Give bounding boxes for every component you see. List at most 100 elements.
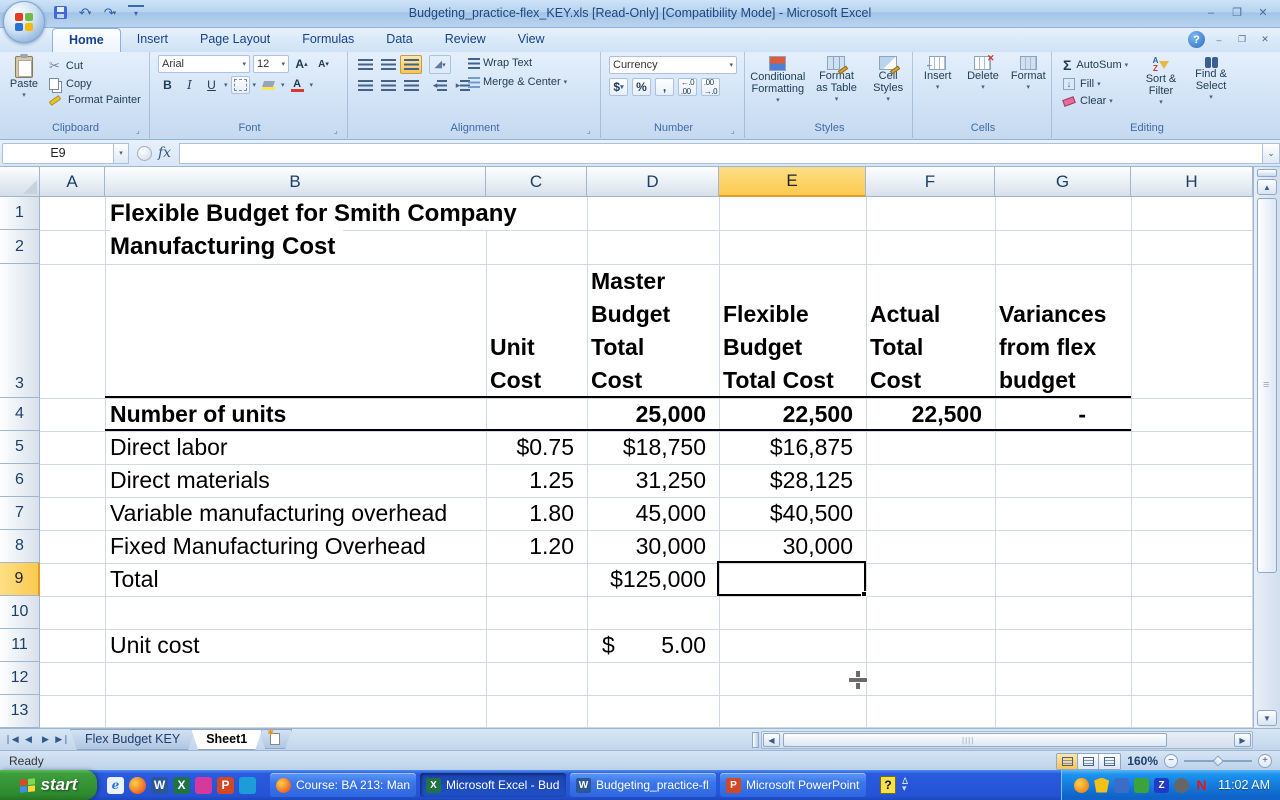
column-header-e[interactable]: E	[719, 167, 866, 197]
column-header-f[interactable]: F	[866, 167, 995, 197]
row-header-13[interactable]: 13	[0, 695, 40, 728]
row-header-2[interactable]: 2	[0, 230, 40, 264]
tab-review[interactable]: Review	[429, 28, 502, 52]
delete-cells-button[interactable]: ✕ Delete ▾	[962, 52, 1004, 94]
tab-view[interactable]: View	[502, 28, 561, 52]
conditional-formatting-button[interactable]: Conditional Formatting ▾	[750, 52, 806, 107]
horizontal-scrollbar[interactable]: ◀ ▶	[761, 731, 1253, 749]
zoom-out-button[interactable]: −	[1164, 754, 1178, 768]
format-as-table-button[interactable]: Format as Table ▾	[811, 52, 861, 107]
normal-view-button[interactable]	[1057, 753, 1079, 769]
row-header-9[interactable]: 9	[0, 563, 40, 596]
tray-messenger-icon[interactable]	[1074, 777, 1090, 793]
align-top-button[interactable]	[354, 55, 376, 74]
zoom-level[interactable]: 160%	[1127, 754, 1158, 768]
task-button-word[interactable]: W Budgeting_practice-fl...	[570, 773, 716, 797]
comma-style-button[interactable]: ,	[655, 78, 674, 96]
messenger-icon[interactable]	[195, 776, 212, 794]
number-format-select[interactable]: Currency ▾	[609, 56, 737, 74]
cells-area[interactable]: Flexible Budget for Smith Company Manufa…	[40, 197, 1253, 728]
task-button-firefox[interactable]: Course: BA 213: Man...	[270, 773, 416, 797]
row-header-3[interactable]: 3	[0, 264, 40, 398]
shrink-font-button[interactable]: A ▾	[314, 55, 333, 73]
tab-page-layout[interactable]: Page Layout	[184, 28, 286, 52]
vertical-scrollbar[interactable]: ▲ ▼	[1253, 167, 1280, 728]
name-box[interactable]: E9	[2, 142, 114, 164]
page-layout-view-button[interactable]	[1078, 753, 1100, 769]
fill-handle[interactable]	[861, 591, 867, 597]
minimize-button[interactable]: –	[1200, 5, 1222, 20]
cell-b11[interactable]: Unit cost	[110, 629, 199, 662]
word-icon[interactable]: W	[151, 776, 168, 794]
taskbar-chevron-icon[interactable]: ᐃ ▾	[902, 777, 908, 793]
cell-d9[interactable]: $125,000	[587, 563, 719, 596]
cell-e5[interactable]: $16,875	[719, 431, 866, 464]
vertical-split-handle[interactable]	[1257, 169, 1277, 177]
internet-explorer-icon[interactable]: e	[107, 776, 124, 794]
workbook-close-button[interactable]: ✕	[1256, 33, 1274, 46]
workbook-restore-button[interactable]: ❐	[1233, 33, 1251, 46]
row-header-6[interactable]: 6	[0, 464, 40, 497]
merge-center-button[interactable]: Merge & Center ▾	[465, 75, 570, 89]
cell-c8[interactable]: 1.20	[486, 530, 587, 563]
cell-b9[interactable]: Total	[110, 563, 159, 596]
tab-home[interactable]: Home	[52, 28, 121, 52]
row-header-5[interactable]: 5	[0, 431, 40, 464]
column-header-b[interactable]: B	[105, 167, 486, 197]
row-header-1[interactable]: 1	[0, 197, 40, 230]
borders-dropdown-icon[interactable]: ▾	[253, 81, 257, 89]
fill-color-button[interactable]	[259, 76, 278, 94]
fill-button[interactable]: ↓ Fill ▾	[1060, 77, 1131, 91]
scroll-down-icon[interactable]: ▼	[1257, 710, 1277, 726]
cell-f3[interactable]: Actual Total Cost	[870, 264, 995, 398]
orientation-button[interactable]: ◢ ▾	[429, 55, 451, 74]
scroll-up-icon[interactable]: ▲	[1257, 179, 1277, 195]
column-header-h[interactable]: H	[1131, 167, 1253, 197]
format-painter-button[interactable]: Format Painter	[46, 93, 144, 107]
row-header-4[interactable]: 4	[0, 398, 40, 431]
scroll-right-icon[interactable]: ▶	[1234, 733, 1251, 747]
font-size-select[interactable]: 12 ▾	[253, 55, 289, 73]
cell-g4[interactable]: -	[995, 398, 1131, 431]
font-color-button[interactable]: A	[288, 76, 307, 94]
cell-c6[interactable]: 1.25	[486, 464, 587, 497]
sheet-tab-flex-budget-key[interactable]: Flex Budget KEY	[70, 729, 195, 750]
close-button[interactable]: ✕	[1252, 5, 1274, 20]
autosum-button[interactable]: Σ AutoSum ▾	[1060, 56, 1131, 74]
tab-insert[interactable]: Insert	[121, 28, 184, 52]
font-family-select[interactable]: Arial ▾	[158, 55, 250, 73]
zoom-slider-handle[interactable]	[1212, 755, 1224, 767]
format-cells-button[interactable]: Format ▾	[1007, 52, 1049, 94]
clipboard-dialog-launcher[interactable]: ⌟	[136, 126, 146, 136]
cell-b2[interactable]: Manufacturing Cost	[110, 230, 344, 263]
workbook-minimize-button[interactable]: –	[1210, 33, 1228, 46]
cell-d6[interactable]: 31,250	[587, 464, 719, 497]
zoom-in-button[interactable]: +	[1258, 754, 1272, 768]
cell-g3[interactable]: Variances from flex budget	[999, 264, 1131, 398]
underline-button[interactable]: U	[202, 76, 221, 94]
column-header-d[interactable]: D	[587, 167, 719, 197]
column-header-c[interactable]: C	[486, 167, 587, 197]
cell-b7[interactable]: Variable manufacturing overhead	[110, 497, 447, 530]
horizontal-scroll-thumb[interactable]	[783, 733, 1167, 747]
firefox-icon[interactable]	[129, 776, 146, 794]
cell-e4[interactable]: 22,500	[719, 398, 866, 431]
cell-e3[interactable]: Flexible Budget Total Cost	[723, 264, 866, 398]
cell-e7[interactable]: $40,500	[719, 497, 866, 530]
name-box-dropdown-icon[interactable]: ▾	[114, 142, 129, 164]
insert-cells-button[interactable]: ← Insert ▾	[917, 52, 959, 94]
find-select-button[interactable]: Find & Select ▾	[1188, 55, 1234, 109]
selected-cell-e9[interactable]	[717, 561, 867, 597]
align-center-button[interactable]	[377, 76, 399, 95]
select-all-corner[interactable]	[0, 167, 40, 197]
grow-font-button[interactable]: A ▴	[292, 55, 311, 73]
cell-b4[interactable]: Number of units	[110, 398, 286, 431]
underline-dropdown-icon[interactable]: ▾	[224, 81, 228, 89]
copy-button[interactable]: Copy	[46, 77, 144, 91]
wrap-text-button[interactable]: Wrap Text	[465, 56, 570, 70]
tray-z-icon[interactable]: Z	[1154, 777, 1170, 793]
cell-c5[interactable]: $0.75	[486, 431, 587, 464]
outlook-icon[interactable]	[239, 776, 256, 794]
row-header-7[interactable]: 7	[0, 497, 40, 530]
decrease-indent-button[interactable]: ◂	[429, 76, 451, 95]
